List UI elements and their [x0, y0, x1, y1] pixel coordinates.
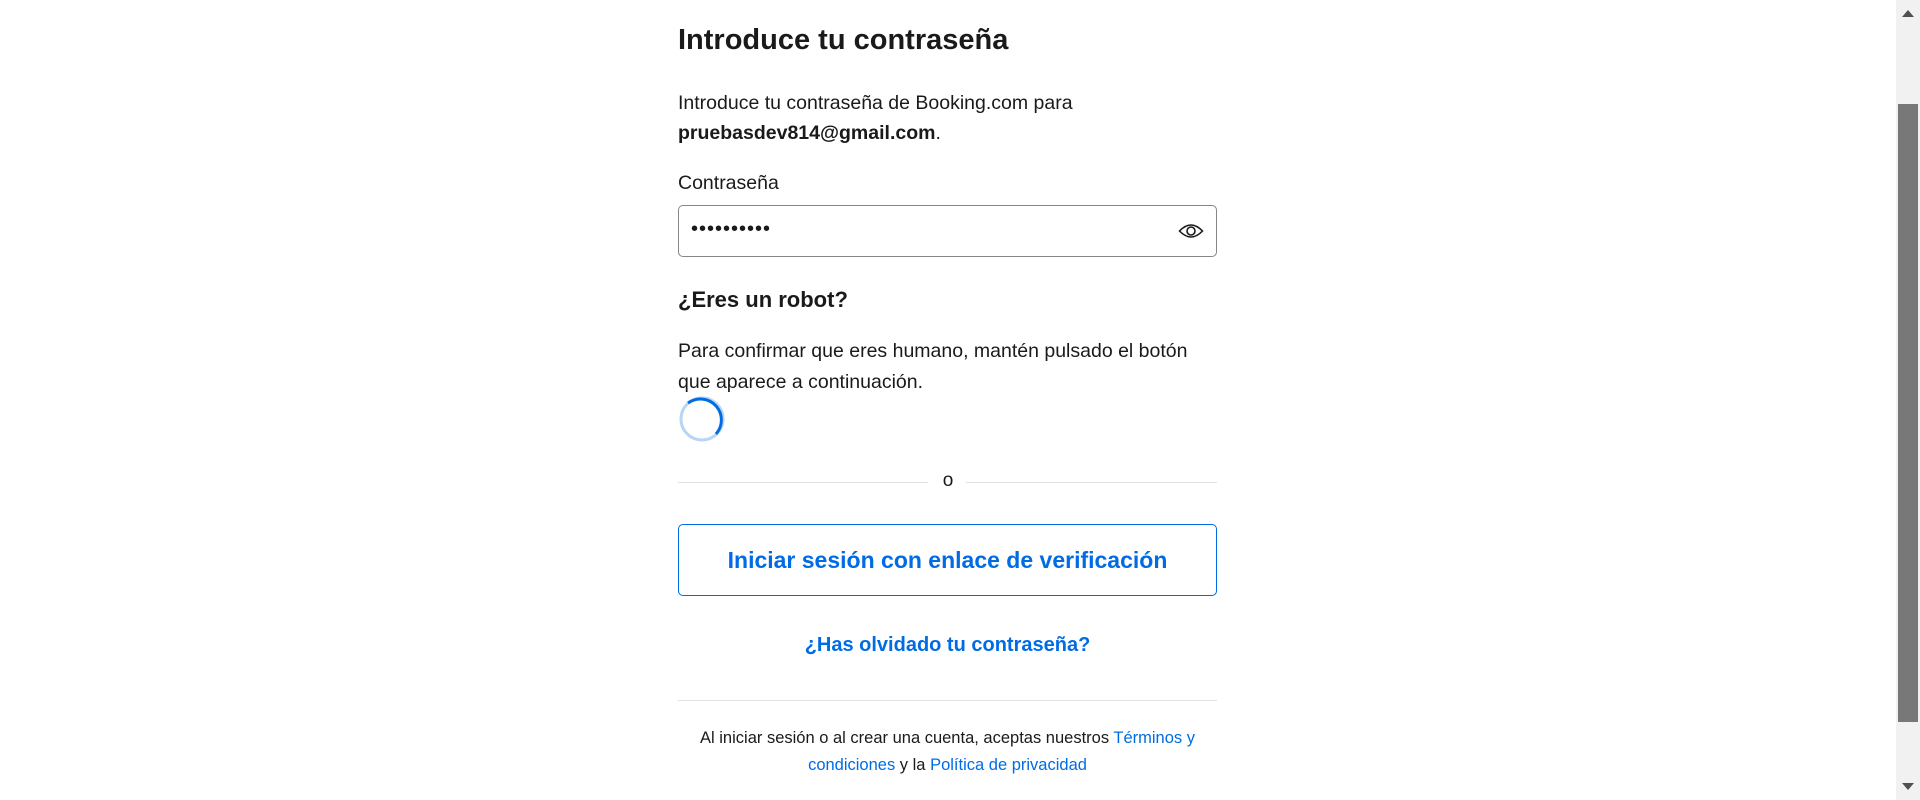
- robot-text: Para confirmar que eres humano, mantén p…: [678, 340, 1188, 393]
- password-label: Contraseña: [678, 172, 779, 194]
- separator: [678, 700, 1217, 701]
- subtitle-text: Introduce tu contraseña de Booking.com p…: [678, 92, 1073, 114]
- subtitle: Introduce tu contraseña de Booking.com p…: [678, 88, 1238, 148]
- scroll-down-arrow-icon[interactable]: [1902, 783, 1914, 790]
- or-divider: o: [678, 470, 1217, 491]
- password-input[interactable]: ••••••••••: [678, 205, 1217, 257]
- verification-link-button[interactable]: Iniciar sesión con enlace de verificació…: [678, 524, 1217, 596]
- password-value[interactable]: ••••••••••: [691, 218, 771, 241]
- scroll-up-arrow-icon[interactable]: [1902, 10, 1914, 17]
- page-title: Introduce tu contraseña: [678, 24, 1009, 56]
- scrollbar[interactable]: [1896, 0, 1920, 800]
- legal-middle: y la: [899, 756, 926, 774]
- forgot-password-link[interactable]: ¿Has olvidado tu contraseña?: [678, 634, 1217, 657]
- divider-line: [966, 482, 1217, 483]
- email: pruebasdev814@gmail.com: [678, 122, 936, 144]
- subtitle-period: .: [935, 122, 941, 144]
- divider-text: o: [942, 470, 954, 491]
- legal-text: Al iniciar sesión o al crear una cuenta,…: [668, 725, 1227, 779]
- robot-heading: ¿Eres un robot?: [678, 287, 848, 312]
- divider-line: [678, 482, 928, 483]
- scrollbar-thumb[interactable]: [1898, 104, 1918, 722]
- loading-spinner: [679, 396, 725, 442]
- privacy-link[interactable]: Política de privacidad: [930, 756, 1087, 774]
- eye-icon[interactable]: [1178, 220, 1204, 242]
- legal-prefix: Al iniciar sesión o al crear una cuenta,…: [700, 729, 1110, 747]
